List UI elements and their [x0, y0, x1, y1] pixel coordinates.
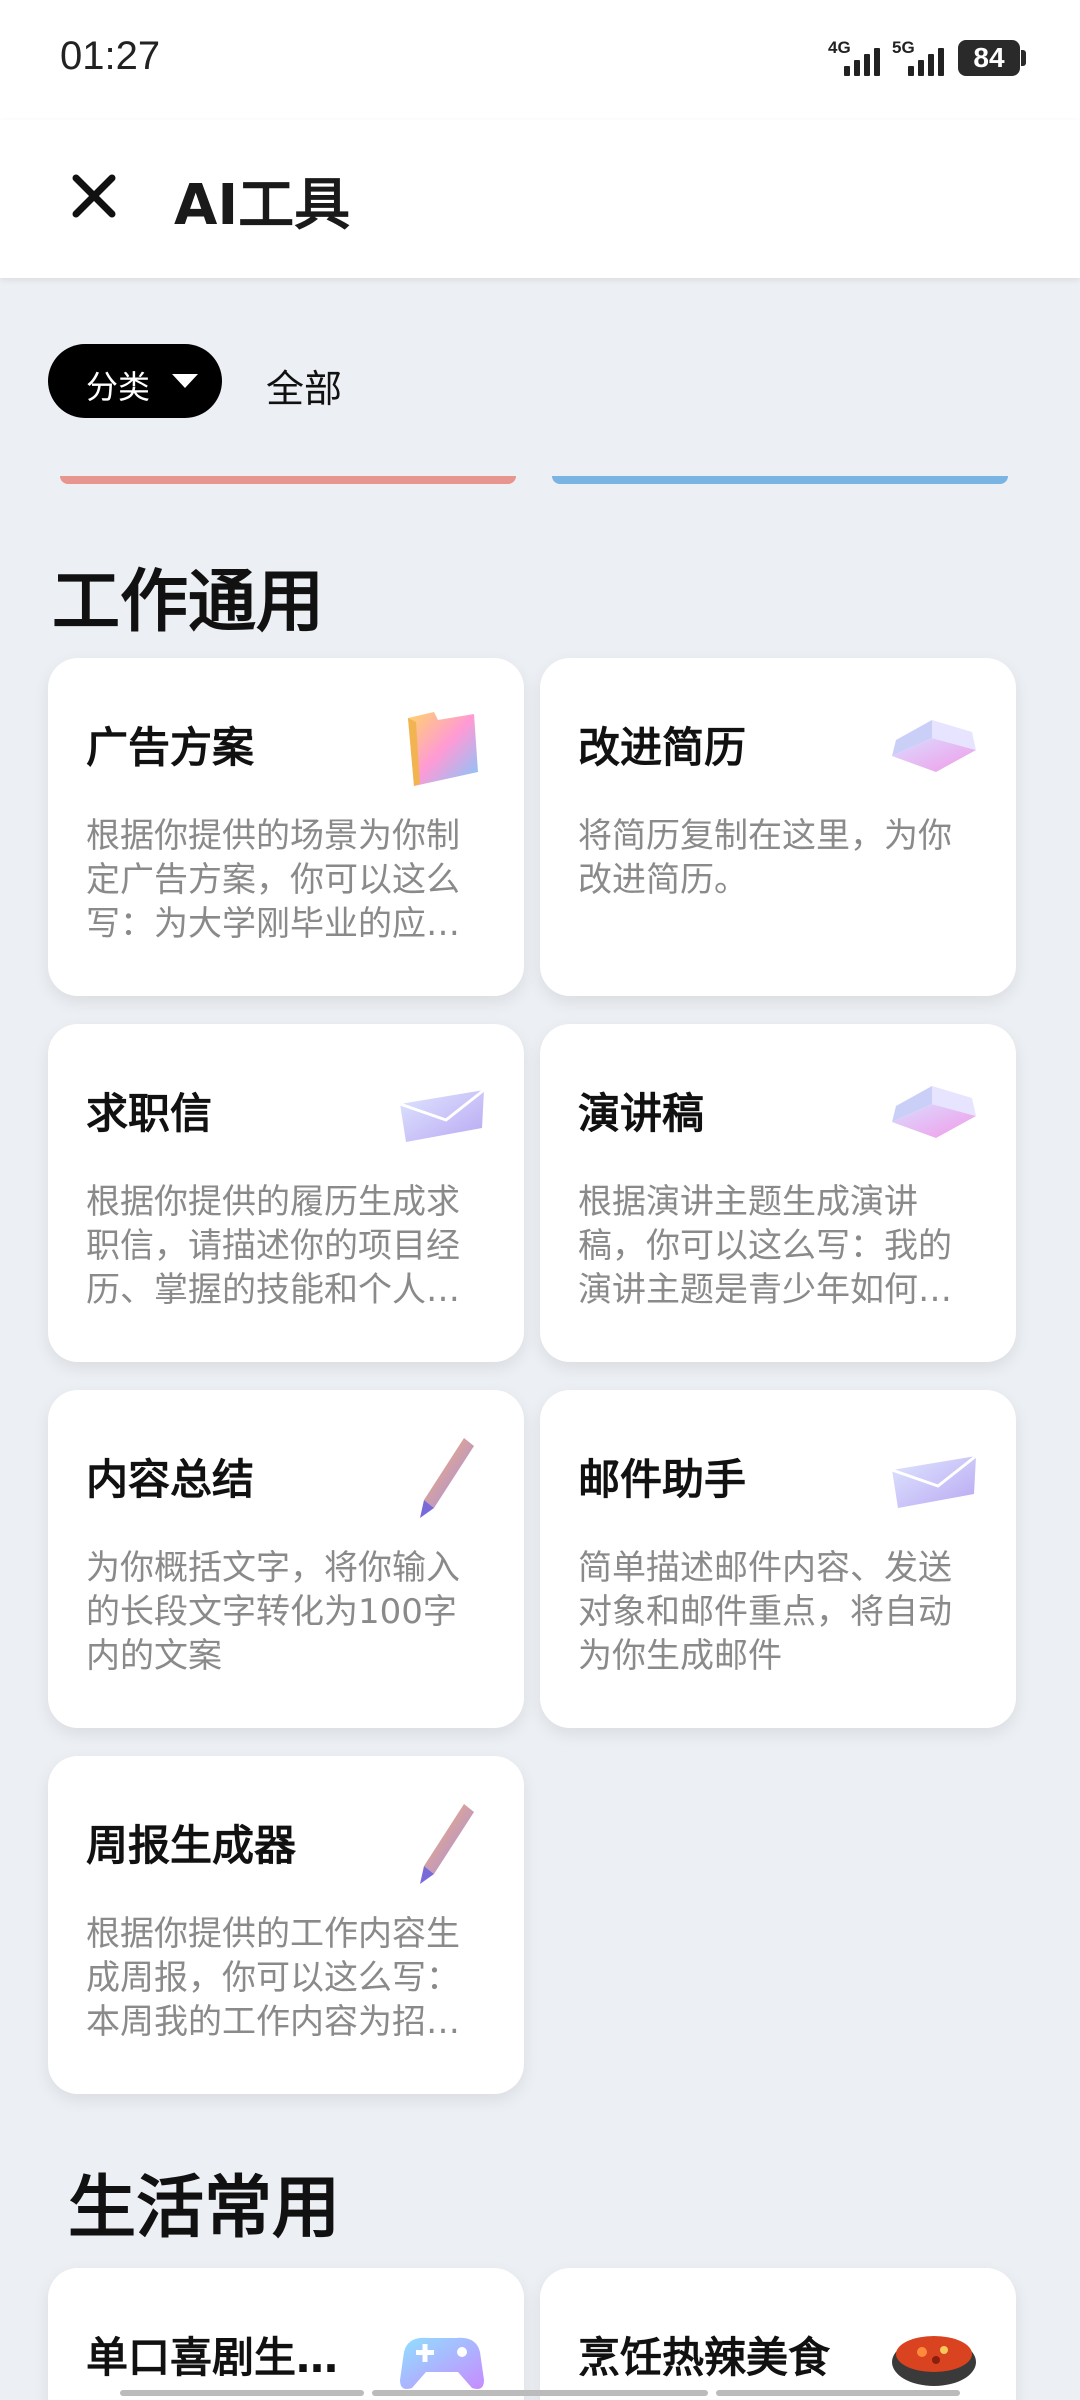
- home-indicator: [372, 2390, 708, 2396]
- hotpot-icon: [892, 2336, 976, 2386]
- signal-5g-icon: 5G: [892, 38, 948, 78]
- tool-card-ad-plan[interactable]: 广告方案 根据你提供的场景为你制定广告方案，你可以这么写：为大学刚毕业的应…: [48, 658, 524, 996]
- tool-card-resume[interactable]: 改进简历 将简历复制在这里，为你改进简历。: [540, 658, 1016, 996]
- app-header: AI工具: [0, 120, 1080, 278]
- caret-down-icon: [172, 374, 198, 388]
- card-title: 改进简历: [578, 723, 747, 772]
- pen-icon: [420, 1438, 474, 1518]
- network-type-label: 5G: [892, 38, 915, 57]
- page-title: AI工具: [174, 173, 351, 238]
- signal-4g-icon: 4G: [828, 38, 884, 78]
- battery-icon: 84: [958, 40, 1020, 76]
- card-description: 将简历复制在这里，为你改进简历。: [578, 816, 952, 900]
- battery-tip: [1021, 50, 1026, 66]
- home-indicator: [716, 2390, 960, 2396]
- tool-card-weekly-report[interactable]: 周报生成器 根据你提供的工作内容生成周报，你可以这么写：本周我的工作内容为招…: [48, 1756, 524, 2094]
- card-description: 简单描述邮件内容、发送对象和邮件重点，将自动为你生成邮件: [578, 1548, 952, 1676]
- envelope-icon: [891, 1454, 977, 1508]
- category-filter-button[interactable]: 分类: [48, 344, 222, 418]
- card-edge-partial: [60, 476, 516, 484]
- folder-icon: [408, 712, 478, 786]
- book-icon: [892, 720, 976, 772]
- close-button[interactable]: [62, 164, 126, 228]
- pen-icon: [420, 1804, 474, 1884]
- network-type-label: 4G: [828, 38, 851, 57]
- close-icon: [72, 174, 116, 218]
- tool-card-speech[interactable]: 演讲稿 根据演讲主题生成演讲稿，你可以这么写：我的演讲主题是青少年如何…: [540, 1024, 1016, 1362]
- card-edge-partial: [552, 476, 1008, 484]
- card-description: 根据演讲主题生成演讲稿，你可以这么写：我的演讲主题是青少年如何…: [578, 1182, 952, 1310]
- tool-card-cover-letter[interactable]: 求职信 根据你提供的履历生成求职信，请描述你的项目经历、掌握的技能和个人…: [48, 1024, 524, 1362]
- card-description: 根据你提供的场景为你制定广告方案，你可以这么写：为大学刚毕业的应…: [86, 816, 460, 944]
- tool-card-spicy-cooking[interactable]: 烹饪热辣美食: [540, 2268, 1016, 2400]
- filter-all-tab[interactable]: 全部: [266, 358, 342, 413]
- card-description: 为你概括文字，将你输入的长段文字转化为100字内的文案: [86, 1548, 460, 1676]
- card-title: 烹饪热辣美食: [578, 2333, 831, 2382]
- card-title: 邮件助手: [578, 1455, 747, 1504]
- card-title: 求职信: [86, 1089, 213, 1138]
- home-indicator: [120, 2390, 364, 2396]
- status-time: 01:27: [60, 34, 161, 78]
- card-title: 演讲稿: [578, 1089, 705, 1138]
- card-description: 根据你提供的工作内容生成周报，你可以这么写：本周我的工作内容为招…: [86, 1914, 460, 2042]
- tool-card-email[interactable]: 邮件助手 简单描述邮件内容、发送对象和邮件重点，将自动为你生成邮件: [540, 1390, 1016, 1728]
- tool-card-summary[interactable]: 内容总结 为你概括文字，将你输入的长段文字转化为100字内的文案: [48, 1390, 524, 1728]
- gamepad-icon: [400, 2337, 484, 2389]
- card-description: 根据你提供的履历生成求职信，请描述你的项目经历、掌握的技能和个人…: [86, 1182, 460, 1310]
- card-title: 内容总结: [86, 1455, 255, 1504]
- status-bar: 01:27 4G 5G 84: [0, 0, 1080, 120]
- card-title: 周报生成器: [86, 1821, 297, 1870]
- category-filter-label: 分类: [86, 368, 151, 406]
- section-title-work: 工作通用: [52, 563, 325, 642]
- envelope-icon: [399, 1088, 485, 1142]
- book-icon: [892, 1086, 976, 1138]
- card-title: 广告方案: [86, 723, 255, 772]
- tool-card-standup-comedy[interactable]: 单口喜剧生…: [48, 2268, 524, 2400]
- section-title-life: 生活常用: [68, 2169, 341, 2248]
- card-title: 单口喜剧生…: [86, 2333, 339, 2382]
